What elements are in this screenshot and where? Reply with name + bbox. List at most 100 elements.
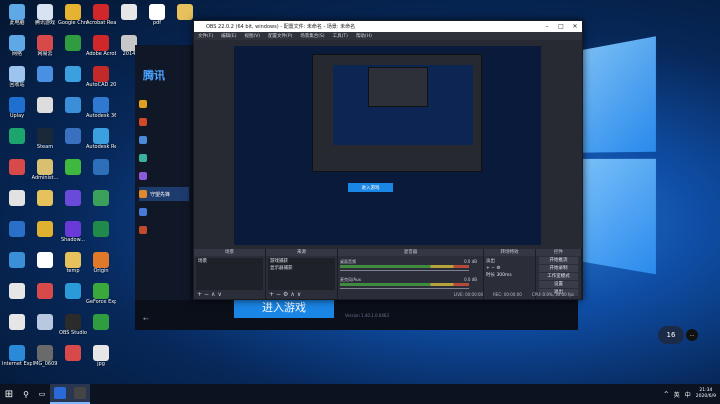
autodesk-desktop-shortcut[interactable]: Autodesk 360 [86, 97, 116, 119]
game-logo-icon [139, 190, 147, 198]
studio-mode-button[interactable]: 工作室模式 [539, 273, 578, 280]
app-desktop-shortcut[interactable] [2, 128, 32, 144]
transition-controls[interactable]: + − ⚙ [484, 265, 535, 272]
launcher-game-item[interactable] [139, 115, 189, 129]
autodesk-icon [93, 128, 109, 144]
folder-desktop-shortcut[interactable] [30, 190, 60, 206]
app-desktop-shortcut[interactable] [86, 221, 116, 237]
app-desktop-shortcut[interactable] [86, 159, 116, 175]
launcher-game-item[interactable] [139, 169, 189, 183]
obs-menu-item[interactable]: 视图(V) [244, 33, 260, 39]
chrome-desktop-shortcut[interactable]: Google Chrome [58, 4, 88, 26]
windows-icon[interactable]: ⊞ [0, 384, 18, 404]
origin-desktop-shortcut[interactable]: Origin [86, 252, 116, 274]
launcher-game-item[interactable] [139, 97, 189, 111]
obs-menu-item[interactable]: 场景集合(S) [300, 33, 324, 39]
image-desktop-shortcut[interactable]: IMG_0609 [30, 345, 60, 367]
app-desktop-shortcut[interactable] [2, 283, 32, 299]
game-desktop-shortcut[interactable]: 腾讯游戏 [30, 4, 60, 26]
app-desktop-shortcut[interactable] [86, 190, 116, 206]
task-view-icon[interactable]: ▭ [34, 384, 50, 404]
acrobat-desktop-shortcut[interactable]: Acrobat Reader DC [86, 4, 116, 26]
obs-menu-item[interactable]: 编辑(E) [221, 33, 236, 39]
maximize-icon[interactable]: □ [554, 21, 568, 32]
obs-desktop-shortcut[interactable]: OBS Studio [58, 314, 88, 336]
taskbar-clock[interactable]: 21:34 2020/6/9 [696, 388, 716, 400]
close-icon[interactable]: ✕ [568, 21, 582, 32]
source-item[interactable]: 显示器捕获 [268, 265, 335, 272]
app-desktop-shortcut[interactable] [58, 128, 88, 144]
folder-desktop-shortcut[interactable]: temp [58, 252, 88, 274]
start-streaming-button[interactable]: 开始推流 [539, 257, 578, 264]
folder-desktop-shortcut[interactable] [170, 4, 200, 20]
computer-desktop-shortcut[interactable]: 此电脑 [2, 4, 32, 26]
recycle-bin-desktop-shortcut[interactable]: 回收站 [2, 66, 32, 88]
origin-icon [93, 252, 109, 268]
obs-window[interactable]: OBS 22.0.2 (64 bit, windows) - 配置文件: 未命名… [193, 20, 583, 300]
app-desktop-shortcut[interactable] [2, 190, 32, 206]
scene-item[interactable]: 场景 [196, 258, 263, 265]
app-desktop-shortcut[interactable] [30, 314, 60, 330]
app-desktop-shortcut[interactable] [58, 35, 88, 51]
uplay-desktop-shortcut[interactable]: Uplay [2, 97, 32, 119]
obs-menu-item[interactable]: 帮助(H) [356, 33, 372, 39]
user-desktop-shortcut[interactable]: Administ... [30, 159, 60, 181]
launcher-game-item[interactable] [139, 223, 189, 237]
app-desktop-shortcut[interactable]: Shadow... [58, 221, 88, 243]
launcher-game-item[interactable] [139, 205, 189, 219]
acrobat-desktop-shortcut[interactable]: Adobe Acrobat [86, 35, 116, 57]
minimize-icon[interactable]: – [540, 21, 554, 32]
autocad-desktop-shortcut[interactable]: AutoCAD 2014 [86, 66, 116, 88]
geforce-desktop-shortcut[interactable]: GeForce Experience [86, 283, 116, 305]
back-arrow-icon[interactable]: ← [143, 315, 149, 323]
app-desktop-shortcut[interactable] [2, 314, 32, 330]
acrobat-icon [93, 35, 109, 51]
search-icon[interactable]: ⚲ [18, 384, 34, 404]
app-desktop-shortcut[interactable]: 网易云 [30, 35, 60, 57]
app-desktop-shortcut[interactable] [2, 221, 32, 237]
app-desktop-shortcut[interactable] [58, 345, 88, 361]
app-desktop-shortcut[interactable] [2, 159, 32, 175]
app-desktop-shortcut[interactable] [58, 283, 88, 299]
launcher-game-item[interactable] [139, 151, 189, 165]
obs-menu-item[interactable]: 工具(T) [333, 33, 348, 39]
file-desktop-shortcut[interactable]: pdf [142, 4, 172, 26]
app-desktop-shortcut[interactable] [58, 97, 88, 113]
launcher-game-item[interactable]: 守望先锋 [139, 187, 189, 201]
taskbar-app-button[interactable] [50, 384, 70, 404]
volume-slider[interactable] [340, 270, 469, 271]
obs-menu-item[interactable]: 配置文件(P) [268, 33, 292, 39]
chat-bubble-icon[interactable]: … [686, 329, 698, 341]
launcher-game-item[interactable] [139, 133, 189, 147]
settings-button[interactable]: 设置 [539, 281, 578, 288]
image-icon [37, 345, 53, 361]
ie-desktop-shortcut[interactable]: Internet Explorer [2, 345, 32, 367]
notification-count-badge[interactable]: 16 [658, 326, 684, 344]
transition-select[interactable]: 淡出 [484, 258, 535, 265]
duration-input[interactable]: 300ms [496, 273, 511, 278]
game-logo-icon [139, 172, 147, 180]
obs-menu-item[interactable]: 文件(F) [198, 33, 213, 39]
app-desktop-shortcut[interactable] [58, 66, 88, 82]
app-desktop-shortcut[interactable] [30, 283, 60, 299]
tray-item[interactable]: 中 [685, 390, 691, 399]
autodesk-desktop-shortcut[interactable]: Autodesk ReCap [86, 128, 116, 150]
wechat-desktop-shortcut[interactable] [58, 159, 88, 175]
tray-item[interactable]: 英 [674, 390, 680, 399]
file-desktop-shortcut[interactable] [114, 4, 144, 20]
start-recording-button[interactable]: 开始录制 [539, 265, 578, 272]
taskbar-app-button[interactable] [70, 384, 90, 404]
app-desktop-shortcut[interactable] [58, 190, 88, 206]
obs-preview-canvas[interactable]: 进入游戏 [234, 46, 541, 245]
tray-item[interactable]: ^ [664, 391, 669, 398]
app-desktop-shortcut[interactable] [30, 221, 60, 237]
app-desktop-shortcut[interactable] [30, 66, 60, 82]
source-item[interactable]: 游戏捕获 [268, 258, 335, 265]
steam-desktop-shortcut[interactable]: Steam [30, 128, 60, 150]
app-desktop-shortcut[interactable] [30, 252, 60, 268]
app-desktop-shortcut[interactable] [30, 97, 60, 113]
network-desktop-shortcut[interactable]: 网络 [2, 35, 32, 57]
file-desktop-shortcut[interactable]: jpg [86, 345, 116, 367]
app-desktop-shortcut[interactable] [2, 252, 32, 268]
app-desktop-shortcut[interactable] [86, 314, 116, 330]
